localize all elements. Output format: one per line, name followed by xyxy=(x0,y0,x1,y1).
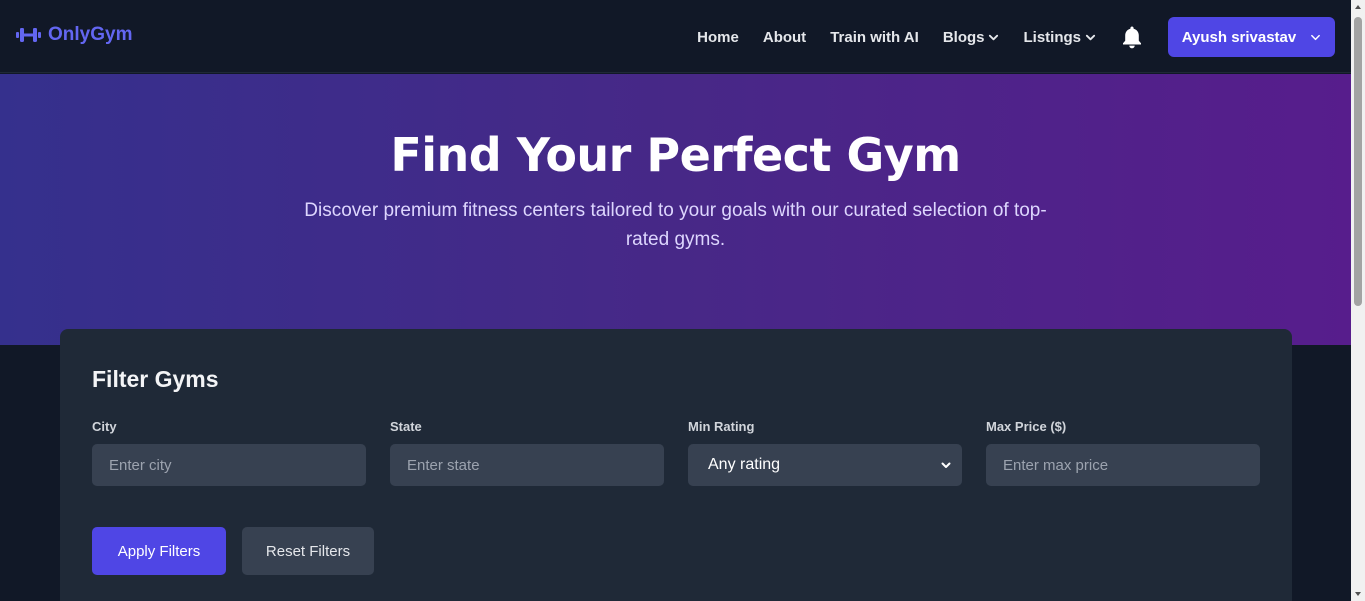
scroll-up-arrow-icon[interactable] xyxy=(1351,0,1365,14)
min-rating-selected: Any rating xyxy=(708,456,781,473)
max-price-input[interactable]: Enter max price xyxy=(986,444,1260,486)
max-price-field-group: Max Price ($) Enter max price xyxy=(986,419,1260,486)
reset-filters-button[interactable]: Reset Filters xyxy=(242,527,374,575)
scroll-down-arrow-icon[interactable] xyxy=(1351,587,1365,601)
nav-dropdown-blogs[interactable]: Blogs xyxy=(943,29,1000,46)
scrollbar-thumb[interactable] xyxy=(1354,17,1362,306)
chevron-down-icon xyxy=(1085,34,1096,40)
filter-title: Filter Gyms xyxy=(92,366,219,392)
hero-subtitle: Discover premium fitness centers tailore… xyxy=(304,200,1047,250)
city-input[interactable]: Enter city xyxy=(92,444,366,486)
chevron-down-icon xyxy=(989,34,999,40)
max-price-label: Max Price ($) xyxy=(986,419,1067,434)
city-field-group: City Enter city xyxy=(92,419,366,486)
nav-links: Home About Train with AI Blogs Listings … xyxy=(697,17,1335,57)
chevron-down-icon xyxy=(1311,34,1321,40)
apply-filters-button[interactable]: Apply Filters xyxy=(92,527,226,575)
brand-name: OnlyGym xyxy=(48,24,133,45)
nav-link-about[interactable]: About xyxy=(763,29,806,46)
nav-link-home[interactable]: Home xyxy=(697,29,739,46)
min-rating-select[interactable]: Any rating xyxy=(688,444,962,486)
dumbbell-icon xyxy=(16,28,41,42)
nav-link-label: Listings xyxy=(1023,28,1081,46)
city-label: City xyxy=(92,419,117,434)
top-navbar: OnlyGym Home About Train with AI Blogs L… xyxy=(0,0,1351,73)
state-label: State xyxy=(390,419,422,434)
vertical-scrollbar[interactable] xyxy=(1351,0,1365,601)
min-rating-label: Min Rating xyxy=(688,419,755,434)
nav-link-train-with-ai[interactable]: Train with AI xyxy=(830,29,919,46)
hero-banner: Find Your Perfect Gym Discover premium f… xyxy=(0,74,1351,345)
state-input[interactable]: Enter state xyxy=(390,444,664,486)
nav-link-label: About xyxy=(762,28,807,46)
state-field-group: State Enter state xyxy=(390,419,664,486)
nav-link-label: Blogs xyxy=(942,28,985,46)
nav-link-label: Train with AI xyxy=(830,28,919,46)
notifications-button[interactable] xyxy=(1120,25,1144,49)
nav-link-label: Home xyxy=(697,28,739,46)
user-name: Ayush srivastav xyxy=(1181,28,1297,46)
bell-icon xyxy=(1123,26,1141,49)
user-menu-button[interactable]: Ayush srivastav xyxy=(1168,17,1335,57)
min-rating-field-group: Min Rating Any rating xyxy=(688,419,962,486)
chevron-down-icon xyxy=(941,462,951,468)
nav-dropdown-listings[interactable]: Listings xyxy=(1023,29,1096,46)
filter-panel: Filter Gyms City Enter city State Enter … xyxy=(60,329,1292,601)
brand-logo[interactable]: OnlyGym xyxy=(16,24,132,46)
hero-title: Find Your Perfect Gym xyxy=(390,128,961,182)
